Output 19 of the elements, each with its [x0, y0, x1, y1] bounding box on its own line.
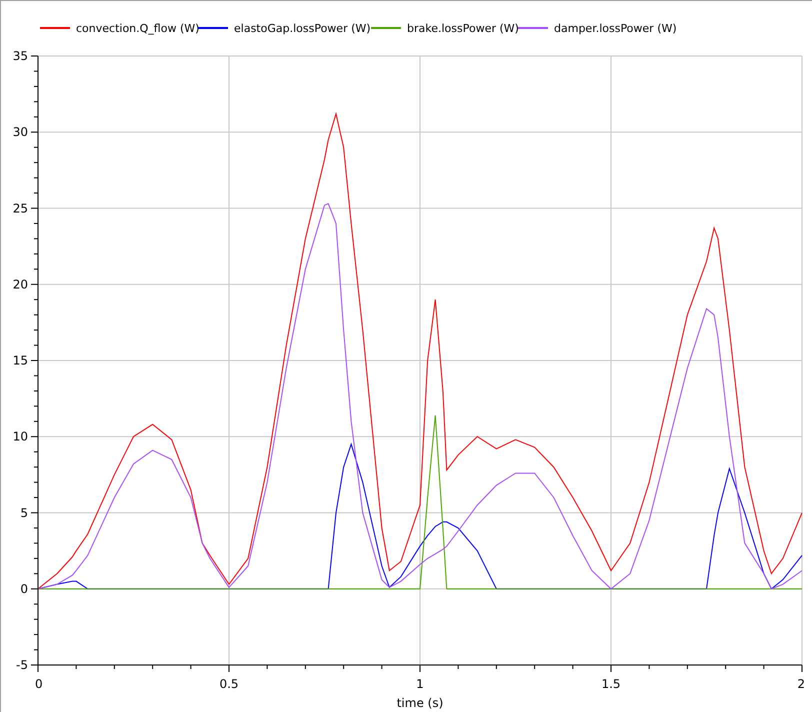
tick-label: 15	[12, 354, 28, 368]
tick-label: 25	[12, 201, 28, 216]
legend-label: convection.Q_flow (W)	[76, 22, 200, 35]
tick-label: 1.5	[601, 677, 621, 691]
tick-label: 20	[12, 277, 28, 292]
tick-label: -5	[16, 658, 28, 672]
tick-label: 35	[12, 49, 28, 63]
tick-label: 0.5	[219, 677, 239, 691]
axis-title: time (s)	[396, 696, 444, 710]
tick-label: 2	[797, 677, 805, 691]
tick-label: 30	[12, 125, 28, 140]
tick-label: 0	[35, 677, 43, 691]
tick-label: 5	[20, 506, 28, 520]
tick-label: 1	[416, 677, 424, 691]
legend-label: brake.lossPower (W)	[407, 22, 519, 35]
tick-label: 10	[12, 430, 28, 444]
legend-label: elastoGap.lossPower (W)	[234, 22, 371, 35]
tick-label: 0	[20, 582, 28, 596]
legend-label: damper.lossPower (W)	[554, 22, 677, 35]
